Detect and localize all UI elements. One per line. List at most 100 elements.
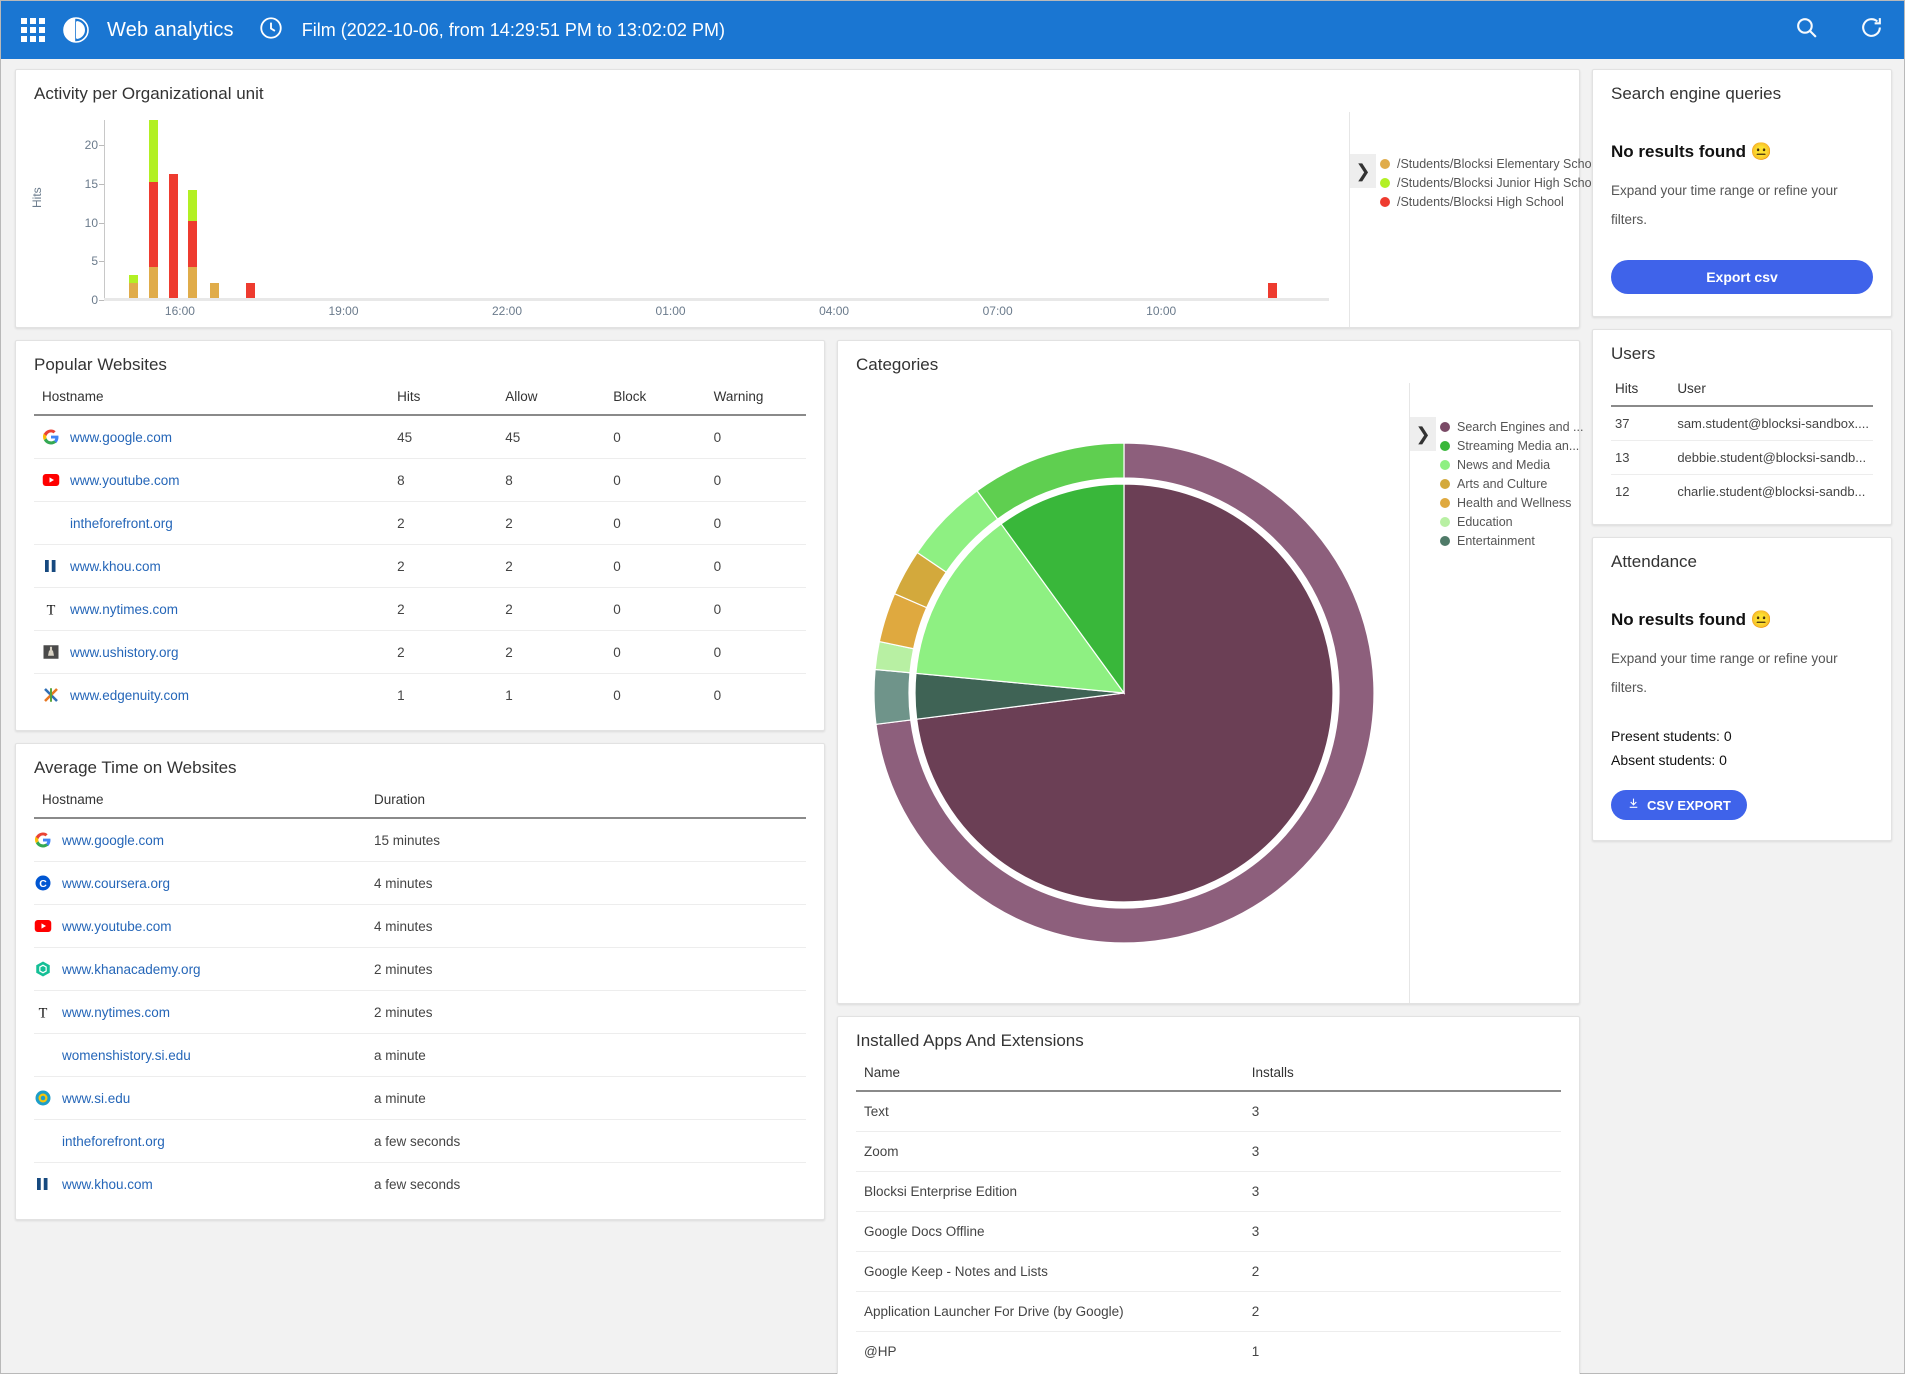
hostname-link[interactable]: www.google.com [70, 430, 172, 445]
bar-segment [129, 274, 139, 283]
legend-label: News and Media [1457, 458, 1551, 472]
users-title: Users [1611, 344, 1656, 363]
legend-item[interactable]: Arts and Culture [1440, 477, 1583, 491]
bar-segment [129, 282, 139, 298]
bar [129, 274, 139, 298]
export-csv-button[interactable]: Export csv [1611, 260, 1873, 294]
duration-cell: a few seconds [365, 1119, 806, 1163]
hostname-link[interactable]: intheforefront.org [62, 1134, 165, 1149]
legend-item[interactable]: Search Engines and ... [1440, 420, 1583, 434]
search-icon[interactable] [1794, 15, 1819, 45]
x-tick: 10:00 [1146, 304, 1177, 318]
legend-color-dot [1440, 441, 1450, 451]
y-tick: 5 [91, 254, 98, 269]
hostname-link[interactable]: www.google.com [62, 833, 164, 848]
legend-item[interactable]: /Students/Blocksi High School [1380, 195, 1601, 209]
user-hits-cell: 13 [1611, 440, 1674, 475]
hostname-link[interactable]: www.khou.com [70, 559, 161, 574]
app-title: Web analytics [107, 18, 234, 41]
seq-empty-subtitle: Expand your time range or refine your fi… [1611, 183, 1838, 227]
legend-item[interactable]: Health and Wellness [1440, 496, 1583, 510]
installs-cell: 3 [1243, 1171, 1561, 1212]
categories-legend-expand-icon[interactable]: ❯ [1410, 417, 1436, 451]
hits-cell: 1 [397, 687, 405, 703]
nytimes-favicon: T [42, 600, 60, 618]
warning-cell: 0 [713, 687, 722, 703]
edgenuity-favicon [42, 686, 60, 704]
x-tick: 22:00 [492, 304, 523, 318]
app-name-cell: Google Keep - Notes and Lists [856, 1251, 1244, 1292]
hostname-link[interactable]: www.si.edu [62, 1091, 130, 1106]
legend-item[interactable]: News and Media [1440, 458, 1583, 472]
time-range-label: Film (2022-10-06, from 14:29:51 PM to 13… [301, 19, 725, 40]
hits-cell: 2 [389, 544, 498, 588]
installs-cell: 3 [1243, 1091, 1561, 1132]
khou-favicon [42, 557, 60, 575]
hostname-cell: www.edgenuity.com [34, 674, 389, 717]
legend-item[interactable]: Streaming Media an... [1440, 439, 1583, 453]
user-email-cell: debbie.student@blocksi-sandb... [1673, 440, 1873, 475]
hostname-cell: www.ushistory.org [34, 630, 390, 674]
apps-grid-icon[interactable] [21, 18, 45, 42]
hostname-link[interactable]: www.ushistory.org [70, 645, 179, 660]
table-row: www.youtube.com 8 8 0 0 [34, 458, 806, 502]
average-time-table: Hostname Duration www.google.com 15 minute… [34, 786, 806, 1205]
allow-cell: 2 [497, 544, 606, 588]
column-header-duration: Duration [365, 786, 806, 819]
duration-cell: 2 minutes [365, 990, 806, 1034]
legend-item[interactable]: Education [1440, 515, 1583, 529]
legend-label: Health and Wellness [1457, 496, 1572, 510]
app-name-cell: Blocksi Enterprise Edition [856, 1171, 1244, 1212]
legend-item[interactable]: Entertainment [1440, 534, 1583, 548]
table-row: Application Launcher For Drive (by Googl… [856, 1291, 1561, 1332]
table-row: Google Docs Offline 3 [856, 1211, 1561, 1252]
table-row: @HP 1 [856, 1332, 1561, 1372]
hostname-link[interactable]: www.khou.com [62, 1177, 153, 1192]
allow-cell: 45 [497, 415, 606, 459]
hostname-link[interactable]: intheforefront.org [70, 516, 173, 531]
column-header-hits: Hits [1611, 372, 1674, 407]
youtube-favicon [42, 471, 60, 489]
table-row: www.khou.com a few seconds [34, 1163, 806, 1206]
duration-cell: 2 minutes [365, 947, 806, 991]
duration-cell: a few seconds [373, 1176, 461, 1192]
installs-cell: 2 [1243, 1251, 1561, 1292]
hostname-link[interactable]: www.youtube.com [62, 919, 172, 934]
table-row: 12 charlie.student@blocksi-sandb... [1611, 475, 1873, 509]
legend-color-dot [1440, 422, 1450, 432]
hostname-link[interactable]: www.nytimes.com [70, 602, 178, 617]
table-row: intheforefront.org a few seconds [34, 1119, 806, 1163]
svg-text:T: T [47, 602, 56, 618]
hits-cell: 2 [389, 501, 498, 545]
x-tick: 01:00 [655, 304, 686, 318]
categories-sunburst-chart [838, 383, 1409, 1003]
table-row: www.google.com 15 minutes [34, 818, 806, 862]
app-name-cell: Text [856, 1091, 1244, 1132]
sunburst-outer-slice[interactable] [872, 668, 911, 726]
installs-cell: 3 [1243, 1211, 1561, 1252]
bar-segment [245, 282, 255, 298]
csv-export-button[interactable]: CSV EXPORT [1611, 790, 1747, 820]
column-header-hits: Hits [389, 383, 498, 416]
hostname-link[interactable]: womenshistory.si.edu [62, 1048, 191, 1063]
hits-cell: 2 [389, 630, 498, 674]
activity-legend-expand-icon[interactable]: ❯ [1350, 154, 1376, 188]
legend-item[interactable]: /Students/Blocksi Junior High School [1380, 176, 1601, 190]
column-header-allow: Allow [497, 383, 606, 416]
categories-title: Categories [856, 355, 939, 374]
legend-item[interactable]: /Students/Blocksi Elementary School [1380, 157, 1601, 171]
hostname-link[interactable]: www.nytimes.com [62, 1005, 170, 1020]
absent-students: Absent students: 0 [1611, 752, 1727, 768]
allow-cell: 2 [497, 501, 606, 545]
table-header-row: Hostname Hits Allow Block Warning [34, 383, 806, 416]
hostname-link[interactable]: www.khanacademy.org [62, 962, 201, 977]
refresh-icon[interactable] [1859, 15, 1884, 45]
hostname-link[interactable]: www.coursera.org [62, 876, 170, 891]
hostname-link[interactable]: www.edgenuity.com [70, 688, 189, 703]
user-hits-cell: 37 [1611, 406, 1674, 441]
khanacademy-favicon [34, 960, 52, 978]
hostname-link[interactable]: www.youtube.com [70, 473, 180, 488]
allow-cell: 2 [497, 630, 606, 674]
popular-websites-card: Popular Websites Hostname Hits Allow Block W… [15, 340, 825, 731]
table-row: www.edgenuity.com 1 1 0 0 [34, 674, 806, 717]
